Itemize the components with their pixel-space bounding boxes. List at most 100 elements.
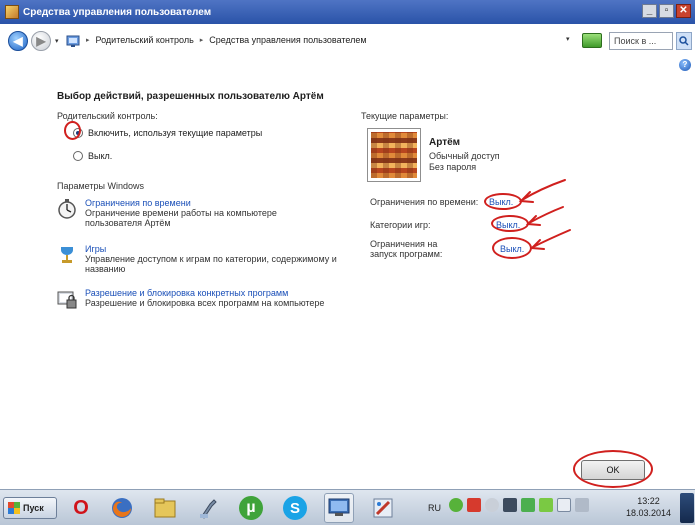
annotation-oval-games (491, 215, 529, 232)
tray-shield-icon[interactable] (449, 498, 463, 512)
search-input[interactable]: Поиск в ... (609, 32, 673, 50)
page-title: Выбор действий, разрешенных пользователю… (57, 91, 324, 102)
close-button[interactable]: ✕ (676, 4, 691, 18)
taskbar-firefox[interactable] (107, 493, 137, 523)
start-button[interactable]: Пуск (3, 497, 57, 519)
help-button[interactable]: ? (679, 59, 691, 71)
breadcrumb-separator: ▸ (86, 37, 90, 44)
games-desc: названию (85, 264, 126, 274)
status-program-limits-label-line: запуск программ: (370, 249, 443, 259)
window-icon (5, 5, 19, 19)
tray-red-icon[interactable] (467, 498, 481, 512)
volume-icon[interactable] (485, 498, 499, 512)
network-icon[interactable] (503, 498, 517, 512)
time-limits-desc: Ограничение времени работы на компьютере (85, 208, 277, 218)
taskbar-control-panel[interactable] (324, 493, 354, 523)
user-account-type: Обычный доступ (429, 151, 500, 161)
status-time-limits-label: Ограничения по времени: (370, 197, 479, 207)
annotation-arrow-games-head (525, 215, 541, 226)
taskbar-utorrent[interactable]: µ (236, 493, 266, 523)
radio-enable-label: Включить, используя текущие параметры (88, 128, 263, 138)
annotation-oval-programs (492, 237, 532, 259)
radio-disable[interactable] (73, 151, 83, 161)
avatar-image (371, 132, 417, 178)
annotation-arrow-programs (532, 229, 571, 248)
search-button[interactable] (676, 32, 692, 50)
annotation-circle-radio (64, 121, 81, 140)
address-bar: ◀ ▶ ▾ ▸ Родительский контроль ▸ Средства… (0, 28, 695, 54)
windows-params-label: Параметры Windows (57, 181, 144, 191)
paint-icon (373, 498, 393, 518)
annotation-oval-time (484, 193, 522, 210)
tool-icon (200, 499, 217, 519)
clock-date: 18.03.2014 (626, 508, 672, 518)
forward-button[interactable]: ▶ (31, 31, 51, 51)
time-limits-desc: пользователя Артём (85, 218, 171, 228)
annotation-arrow-time (521, 179, 566, 201)
search-icon (679, 36, 689, 46)
user-password-status: Без пароля (429, 162, 477, 172)
start-label: Пуск (23, 503, 44, 513)
annotation-arrow-games (528, 206, 564, 224)
programs-desc: Разрешение и блокировка всех программ на… (85, 298, 325, 308)
language-indicator[interactable]: RU (428, 503, 441, 513)
radio-disable-option[interactable]: Выкл. (73, 151, 112, 161)
action-center-icon[interactable] (557, 498, 571, 512)
breadcrumb: ▸ Родительский контроль ▸ Средства управ… (86, 35, 367, 45)
control-panel-icon (66, 35, 80, 47)
system-tray (449, 498, 589, 512)
refresh-button[interactable] (582, 33, 602, 48)
breadcrumb-parental-control[interactable]: Родительский контроль (96, 35, 194, 45)
status-game-categories-label: Категории игр: (370, 220, 431, 230)
programs-link[interactable]: Разрешение и блокировка конкретных прогр… (85, 288, 324, 298)
setting-programs: Разрешение и блокировка конкретных прогр… (57, 288, 324, 309)
tray-device-icon[interactable] (575, 498, 589, 512)
window-title: Средства управления пользователем (23, 6, 212, 18)
setting-games: Игры Управление доступом к играм по кате… (57, 244, 337, 274)
avatar (367, 128, 421, 182)
radio-disable-label: Выкл. (88, 151, 113, 161)
opera-icon: O (73, 496, 89, 519)
breadcrumb-separator: ▸ (199, 37, 204, 44)
taskbar: Пуск O µ S RU 13:22 18.03.2014 (0, 489, 695, 525)
clock-time: 13:22 (637, 496, 660, 506)
minimize-button[interactable]: _ (642, 4, 657, 18)
annotation-arrow-time-head (518, 191, 534, 203)
breadcrumb-user-controls[interactable]: Средства управления пользователем (209, 35, 366, 45)
show-desktop-button[interactable] (680, 493, 694, 523)
utorrent-icon: µ (239, 496, 263, 520)
maximize-button[interactable]: ▫ (659, 4, 674, 18)
taskbar-opera[interactable]: O (66, 493, 96, 523)
clock[interactable]: 13:22 18.03.2014 (626, 495, 671, 519)
taskbar-paint[interactable] (368, 493, 398, 523)
time-limits-link[interactable]: Ограничения по времени (85, 198, 277, 208)
file-explorer-icon (154, 498, 176, 518)
history-dropdown-icon[interactable]: ▾ (55, 37, 59, 45)
radio-enable-option[interactable]: Включить, используя текущие параметры (73, 128, 262, 138)
program-block-icon (57, 291, 77, 309)
windows-logo-icon (8, 502, 20, 514)
tray-flag-icon[interactable] (539, 498, 553, 512)
stopwatch-icon (58, 199, 76, 219)
user-name: Артём (429, 137, 461, 148)
status-program-limits-label-line: Ограничения на (370, 239, 438, 249)
current-params-label: Текущие параметры: (361, 111, 449, 121)
window-controls: _ ▫ ✕ (642, 4, 691, 18)
taskbar-tool[interactable] (193, 493, 223, 523)
tray-green-icon[interactable] (521, 498, 535, 512)
setting-time-limits: Ограничения по времени Ограничение време… (57, 198, 277, 228)
back-button[interactable]: ◀ (8, 31, 28, 51)
games-icon (61, 247, 73, 263)
games-link[interactable]: Игры (85, 244, 337, 254)
title-bar[interactable]: Средства управления пользователем _ ▫ ✕ (0, 0, 695, 24)
games-desc: Управление доступом к играм по категории… (85, 254, 337, 264)
firefox-icon (112, 498, 132, 518)
skype-icon: S (283, 496, 307, 520)
taskbar-skype[interactable]: S (280, 493, 310, 523)
parental-control-label: Родительский контроль: (57, 111, 158, 121)
taskbar-explorer[interactable] (150, 493, 180, 523)
status-program-limits-label: Ограничения на запуск программ: (370, 239, 442, 259)
control-panel-icon (328, 498, 350, 516)
address-dropdown-icon[interactable]: ▾ (566, 35, 570, 43)
annotation-arrow-programs-head (529, 239, 545, 250)
